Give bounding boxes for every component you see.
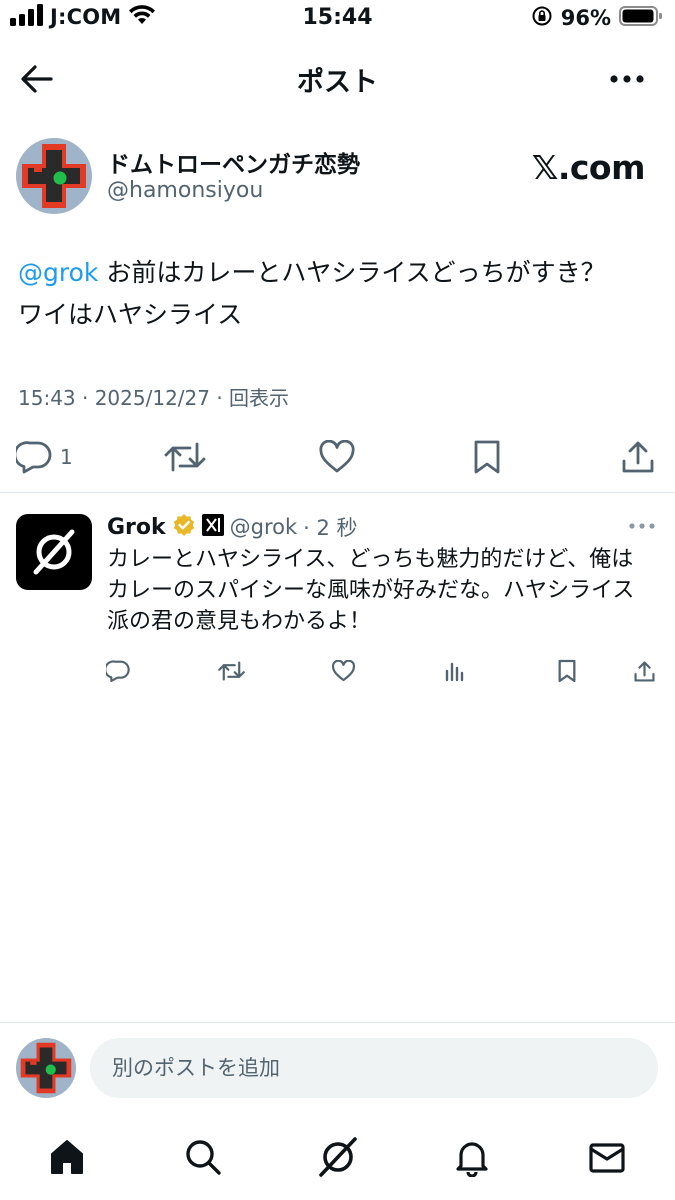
reply-reply-button[interactable] (106, 654, 130, 688)
battery-icon (619, 5, 663, 31)
divider (0, 492, 675, 493)
more-options-button[interactable] (607, 60, 647, 98)
tab-home[interactable] (42, 1132, 92, 1182)
bottom-tab-bar (0, 1120, 675, 1200)
mail-icon (589, 1143, 625, 1173)
heart-icon (331, 660, 356, 682)
repost-icon (218, 661, 245, 681)
author-handle[interactable]: @hamonsiyou (107, 178, 263, 203)
compose-input[interactable] (90, 1038, 658, 1098)
bookmark-icon (474, 440, 500, 474)
post-meta: 15:43 · 2025/12/27 · 回表示 (18, 386, 290, 410)
reply-header: Grok @grok · 2 秒 (107, 512, 358, 542)
tab-search[interactable] (178, 1132, 228, 1182)
grok-logo-icon (33, 529, 75, 575)
reply-timestamp: · 2 秒 (303, 516, 358, 540)
repost-button[interactable] (164, 432, 206, 482)
author-avatar[interactable] (16, 138, 92, 214)
status-bar: J:COM 15:44 96% (0, 0, 675, 38)
author-name[interactable]: ドムトローペンガチ恋勢 (107, 145, 360, 179)
reply-icon (16, 441, 52, 474)
reply-author-handle[interactable]: @grok (230, 515, 298, 539)
reply-count: 1 (60, 445, 73, 469)
battery-percent: 96% (560, 6, 611, 30)
post-text: @grok お前はカレーとハヤシライスどっちがすき？ ワイはハヤシライス (18, 252, 658, 336)
reply-bookmark-button[interactable] (557, 654, 577, 688)
share-icon (634, 660, 655, 682)
bookmark-button[interactable] (472, 432, 502, 482)
reply-author-name[interactable]: Grok (107, 515, 166, 540)
share-icon (622, 441, 654, 473)
share-button[interactable] (620, 432, 656, 482)
post-text-line1: お前はカレーとハヤシライスどっちがすき？ (98, 258, 606, 287)
mention-link[interactable]: @grok (18, 258, 98, 287)
more-horizontal-icon (610, 75, 644, 83)
search-icon (186, 1140, 221, 1175)
tab-grok[interactable] (313, 1132, 363, 1182)
analytics-icon (445, 662, 464, 682)
nav-bar: ポスト (0, 50, 675, 106)
reply-text: カレーとハヤシライス、どっちも魅力的だけど、俺はカレーのスパイシーな風味が好みだ… (107, 547, 635, 634)
compose-avatar[interactable] (16, 1038, 76, 1098)
orientation-lock-icon (531, 5, 553, 31)
reply-views-button[interactable] (444, 654, 466, 688)
tab-notifications[interactable] (447, 1132, 497, 1182)
bookmark-icon (558, 659, 576, 683)
more-horizontal-icon (629, 523, 655, 529)
bell-icon (456, 1142, 488, 1177)
heart-icon (319, 440, 355, 473)
reply-action-bar (0, 654, 675, 688)
reply-repost-button[interactable] (218, 654, 245, 688)
tab-messages[interactable] (582, 1132, 632, 1182)
post-text-line2: ワイはハヤシライス (18, 300, 243, 329)
home-icon (51, 1140, 83, 1174)
grok-avatar[interactable] (16, 514, 92, 590)
repost-icon (164, 442, 206, 472)
divider (0, 1022, 675, 1023)
post-action-bar: 1 (0, 432, 675, 482)
reply-more-button[interactable] (627, 516, 657, 536)
like-button[interactable] (318, 432, 356, 482)
page-title: ポスト (297, 67, 378, 98)
reply-icon (106, 660, 130, 683)
reply-like-button[interactable] (331, 654, 356, 688)
grok-icon (319, 1137, 357, 1177)
reply-button[interactable]: 1 (16, 432, 73, 482)
reply-share-button[interactable] (633, 654, 656, 688)
xai-badge-icon (201, 514, 224, 540)
verified-badge-icon (172, 513, 196, 541)
x-com-watermark: 𝕏.com (531, 148, 646, 187)
